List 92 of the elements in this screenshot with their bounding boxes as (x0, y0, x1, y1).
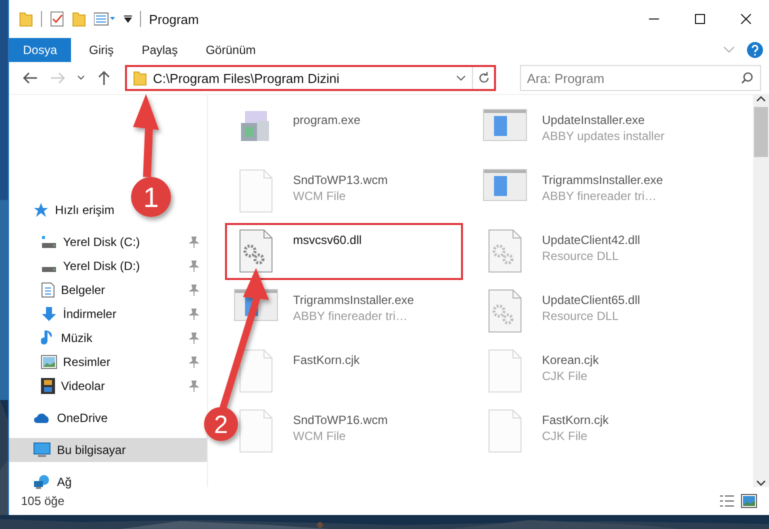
drive-icon (41, 234, 57, 250)
music-note-icon (41, 330, 55, 346)
file-type: Resource DLL (542, 249, 620, 263)
image-icon (41, 355, 57, 369)
pin-icon[interactable] (189, 260, 199, 272)
step-badge: 1 (131, 177, 171, 217)
document-icon (41, 282, 55, 298)
large-icons-view-icon[interactable] (741, 494, 757, 508)
sidebar-item[interactable]: Bu bilgisayar (9, 438, 207, 462)
file-type: ABBY finereader tri… (293, 309, 408, 323)
blank-file-icon (488, 349, 522, 393)
chevron-down-icon (77, 75, 85, 81)
file-name: TrigrammsInstaller.exe (293, 293, 414, 307)
checklist-icon[interactable] (50, 11, 64, 27)
file-type: Resource DLL (542, 309, 620, 323)
drive-icon (42, 266, 56, 272)
file-menu-tab[interactable]: Dosya (9, 38, 72, 62)
ribbon-tab[interactable]: Görünüm (192, 38, 270, 62)
file-name: SndToWP13.wcm (293, 173, 388, 187)
sidebar-item[interactable]: Resimler (9, 350, 207, 374)
scroll-thumb[interactable] (754, 107, 768, 157)
properties-icon[interactable] (94, 12, 116, 26)
file-type: CJK File (542, 369, 588, 383)
folder-icon[interactable] (72, 11, 86, 27)
back-arrow-icon (23, 72, 37, 84)
item-count: 105 öğe (21, 494, 64, 508)
up-arrow-icon (98, 71, 110, 85)
film-icon (41, 378, 55, 394)
cloud-icon (33, 412, 51, 424)
gear-file-icon (239, 229, 273, 273)
file-type: CJK File (542, 429, 588, 443)
sidebar-item[interactable]: İndirmeler (9, 302, 207, 326)
file-type: WCM File (293, 189, 347, 203)
network-icon (33, 474, 51, 490)
maximize-icon (695, 14, 705, 24)
file-name: FastKorn.cjk (293, 353, 360, 367)
pin-icon[interactable] (189, 308, 199, 320)
window-icon (483, 169, 527, 201)
folder-icon (19, 11, 33, 27)
pin-icon[interactable] (189, 380, 199, 392)
scrollbar[interactable] (753, 95, 769, 487)
scroll-down-icon[interactable] (756, 479, 766, 487)
pin-icon[interactable] (189, 356, 199, 368)
sidebar-item[interactable]: OneDrive (9, 406, 207, 430)
gear-file-icon (488, 229, 522, 273)
gear-file-icon (488, 289, 522, 333)
file-name: msvcsv60.dll (293, 233, 362, 247)
window-icon (483, 109, 527, 141)
blank-file-icon (239, 349, 273, 393)
dropdown-icon[interactable] (124, 14, 132, 24)
file-name: Korean.cjk (542, 353, 599, 367)
pin-icon[interactable] (189, 284, 199, 296)
search-field[interactable]: Ara: Program (520, 65, 761, 91)
file-name: program.exe (293, 113, 360, 127)
refresh-icon (478, 72, 490, 84)
step-badge: 2 (204, 407, 238, 441)
ribbon-tab[interactable]: Giriş (75, 38, 128, 62)
pin-icon[interactable] (189, 332, 199, 344)
download-icon (41, 306, 57, 322)
sidebar-item[interactable]: Belgeler (9, 278, 207, 302)
minimize-icon (649, 18, 659, 20)
monitor-icon (33, 442, 51, 458)
sidebar-item[interactable]: Yerel Disk (C:) (9, 230, 207, 254)
search-icon[interactable] (741, 72, 753, 84)
file-type: ABBY finereader tri… (542, 189, 658, 203)
file-name: SndToWP16.wcm (293, 413, 388, 427)
file-name: UpdateInstaller.exe (542, 113, 646, 127)
address-bar[interactable]: C:\Program Files\Program Dizini (125, 65, 496, 91)
ribbon-tab[interactable]: Paylaş (128, 38, 192, 62)
file-name: UpdateClient65.dll (542, 293, 640, 307)
details-view-icon[interactable] (719, 494, 735, 508)
file-name: TrigrammsInstaller.exe (542, 173, 663, 187)
sidebar-item[interactable]: Ağ (9, 470, 207, 494)
window-title: Program (149, 12, 199, 26)
file-name: FastKorn.cjk (542, 413, 609, 427)
sidebar-item[interactable]: Müzik (9, 326, 207, 350)
folder-icon (133, 70, 147, 86)
sidebar-item[interactable]: Yerel Disk (D:) (9, 254, 207, 278)
help-icon[interactable] (747, 42, 763, 58)
forward-arrow-icon (51, 72, 65, 84)
file-type: ABBY updates installer (542, 129, 665, 143)
blank-file-icon (239, 169, 273, 213)
chevron-down-icon[interactable] (456, 75, 466, 81)
sidebar-item[interactable]: Videolar (9, 374, 207, 398)
star-icon (33, 202, 49, 218)
scroll-up-icon[interactable] (756, 95, 766, 103)
blank-file-icon (488, 409, 522, 453)
blank-file-icon (239, 409, 273, 453)
close-icon (741, 14, 751, 24)
file-type: WCM File (293, 429, 347, 443)
file-name: UpdateClient42.dll (542, 233, 640, 247)
pin-icon[interactable] (189, 236, 199, 248)
